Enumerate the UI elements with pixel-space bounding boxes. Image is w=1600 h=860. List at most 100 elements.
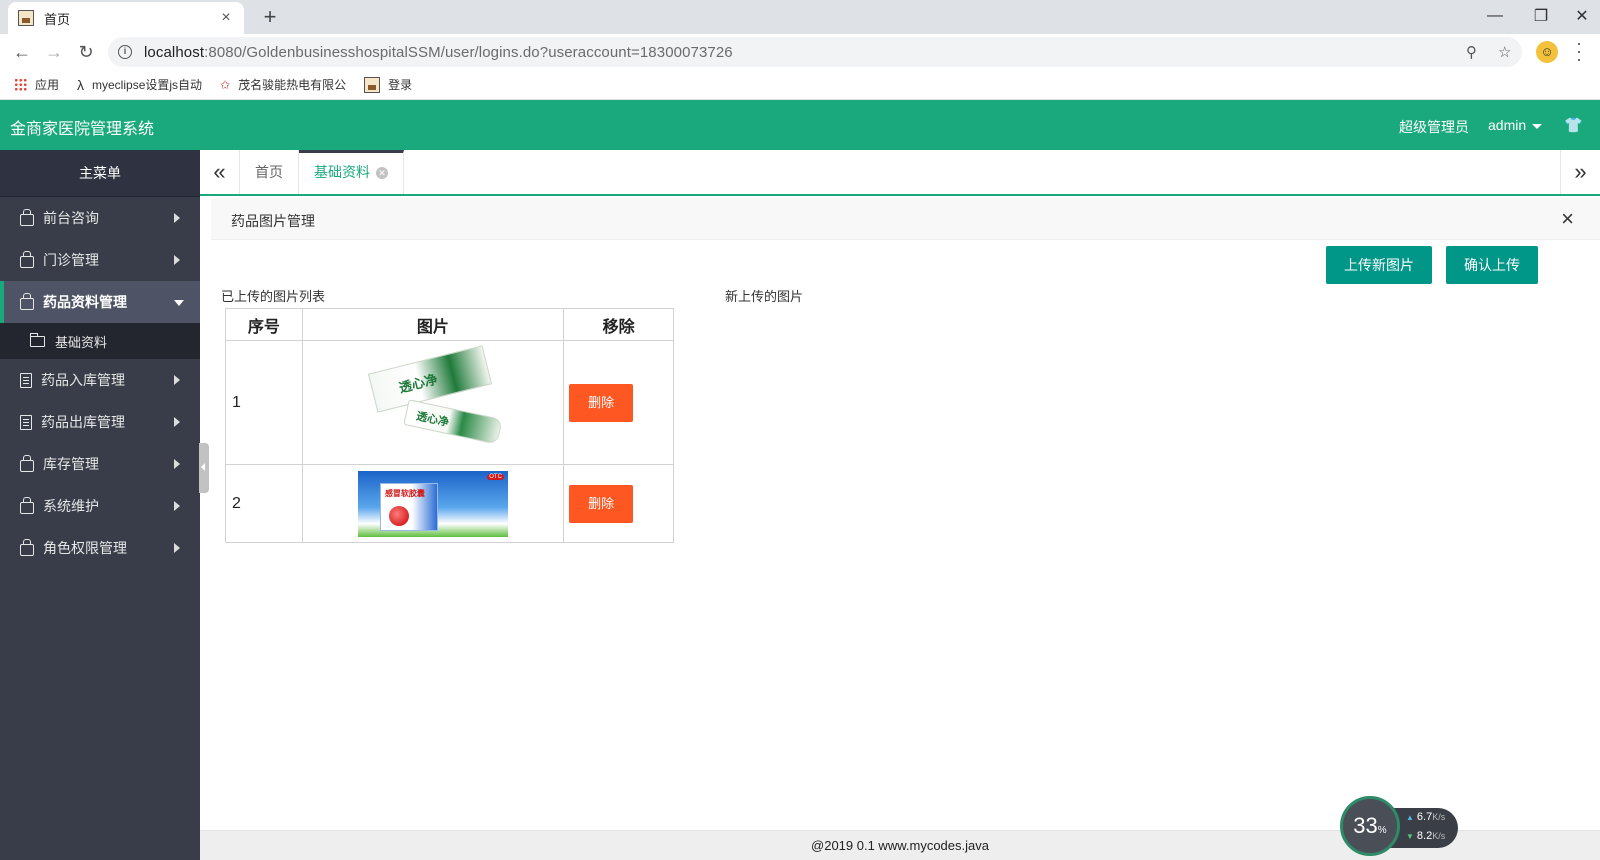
upload-new-image-button[interactable]: 上传新图片	[1326, 246, 1432, 284]
table-row: 2 OTC 感冒软胶囊 删除	[225, 464, 674, 543]
sidebar-item-system[interactable]: 系统维护	[0, 485, 200, 527]
sidebar-item-drug-outbound[interactable]: 药品出库管理	[0, 401, 200, 443]
panel-title: 药品图片管理	[231, 213, 315, 229]
tab-home[interactable]: 首页	[240, 150, 299, 194]
chevron-right-icon	[174, 417, 180, 427]
bookmarks-bar: 应用 λ myeclipse设置js自动 ✩ 茂名骏能热电有限公 登录	[0, 70, 1600, 100]
user-role[interactable]: 超级管理员	[1399, 117, 1469, 137]
sidebar-item-front-desk[interactable]: 前台咨询	[0, 197, 200, 239]
chevron-right-icon	[174, 255, 180, 265]
row-index: 1	[225, 340, 303, 465]
bag-icon	[20, 292, 34, 310]
folder-icon	[29, 332, 45, 347]
upload-speed: ▲ 6.7K/s	[1406, 811, 1446, 823]
chevron-down-icon	[174, 300, 184, 306]
back-arrow-icon[interactable]: ←	[10, 40, 34, 64]
page-tabstrip: « 首页 基础资料 ✕ »	[200, 150, 1600, 196]
sidebar: 主菜单 前台咨询 门诊管理 药品资料管理 基础资料 药品入库管理 药品出库管理 …	[0, 150, 200, 860]
sidebar-subitem-basic-info[interactable]: 基础资料	[0, 323, 200, 359]
bag-icon	[20, 454, 34, 472]
header-index: 序号	[225, 308, 303, 341]
new-tab-button[interactable]: +	[258, 4, 282, 30]
maoming-logo-icon: ✩	[220, 77, 231, 92]
window-close-icon[interactable]: ✕	[1564, 2, 1600, 30]
header-remove: 移除	[563, 308, 674, 341]
page-favicon-icon	[18, 10, 34, 26]
profile-avatar-icon[interactable]: ☺	[1536, 41, 1558, 63]
url-text: localhost:8080/GoldenbusinesshospitalSSM…	[144, 43, 733, 61]
sidebar-title: 主菜单	[0, 150, 200, 197]
row-image: OTC 感冒软胶囊	[301, 464, 565, 543]
bookmark-star-icon[interactable]: ☆	[1498, 43, 1511, 61]
tab-basic-info[interactable]: 基础资料 ✕	[299, 150, 404, 194]
bookmark-maoming[interactable]: ✩ 茂名骏能热电有限公	[220, 76, 346, 93]
chevron-right-icon	[174, 459, 180, 469]
login-favicon-icon	[364, 76, 381, 93]
url-field[interactable]: i localhost:8080/GoldenbusinesshospitalS…	[108, 37, 1522, 67]
sidebar-item-roles[interactable]: 角色权限管理	[0, 527, 200, 569]
document-icon	[20, 372, 32, 388]
myeclipse-icon: λ	[77, 76, 85, 93]
browser-tab[interactable]: 首页 ×	[8, 2, 244, 34]
bookmark-apps[interactable]: 应用	[14, 76, 59, 93]
chevron-right-icon	[174, 375, 180, 385]
chevron-right-icon	[174, 501, 180, 511]
row-index: 2	[225, 464, 303, 543]
restore-icon[interactable]: ❐	[1518, 2, 1564, 30]
confirm-upload-button[interactable]: 确认上传	[1446, 246, 1538, 284]
browser-tab-title: 首页	[44, 11, 71, 27]
upload-arrow-icon: ▲	[1406, 813, 1414, 822]
browser-tab-close-icon[interactable]: ×	[218, 9, 234, 27]
panel-header: 药品图片管理 ×	[211, 198, 1600, 240]
uploaded-images-table: 序号 图片 移除 1 透心净 透心净 删除 2 OTC 感冒软胶囊 删除	[225, 308, 674, 543]
app-title: 金商家医院管理系统	[10, 121, 155, 138]
address-bar: ← → ↻ i localhost:8080/Goldenbusinesshos…	[0, 34, 1600, 70]
chevron-right-icon	[174, 213, 180, 223]
caret-down-icon	[1532, 123, 1543, 129]
table-row: 1 透心净 透心净 删除	[225, 340, 674, 465]
bag-icon	[20, 496, 34, 514]
delete-button[interactable]: 删除	[569, 484, 634, 523]
browser-tabbar: 首页 × + — ❐ ✕	[0, 0, 1600, 34]
panel-close-icon[interactable]: ×	[1561, 206, 1574, 232]
tabs-scroll-right-icon[interactable]: »	[1560, 150, 1600, 194]
sidebar-item-drug-info[interactable]: 药品资料管理	[0, 281, 200, 323]
site-info-icon[interactable]: i	[118, 45, 132, 59]
sidebar-item-inventory[interactable]: 库存管理	[0, 443, 200, 485]
chevron-right-icon	[174, 543, 180, 553]
sidebar-item-outpatient[interactable]: 门诊管理	[0, 239, 200, 281]
tab-close-icon[interactable]: ✕	[376, 167, 388, 180]
forward-arrow-icon[interactable]: →	[42, 40, 66, 64]
new-uploads-label: 新上传的图片	[725, 289, 804, 304]
user-menu[interactable]: admin	[1488, 117, 1543, 133]
row-action: 删除	[563, 340, 674, 465]
delete-button[interactable]: 删除	[569, 383, 634, 422]
usage-percent: 33%	[1340, 796, 1400, 856]
document-icon	[20, 414, 32, 430]
browser-menu-icon[interactable]: · · ·	[1574, 34, 1584, 68]
sidebar-item-drug-inbound[interactable]: 药品入库管理	[0, 359, 200, 401]
bag-icon	[20, 538, 34, 556]
table-header-row: 序号 图片 移除	[225, 308, 674, 341]
apps-grid-icon	[14, 78, 27, 91]
product-image-ointment: 透心净 透心净	[363, 345, 503, 455]
tabs-scroll-left-icon[interactable]: «	[200, 150, 240, 194]
minimize-icon[interactable]: —	[1472, 2, 1518, 30]
product-image-capsule: OTC 感冒软胶囊	[357, 470, 508, 537]
bag-icon	[20, 250, 34, 268]
uploaded-list-label: 已上传的图片列表	[221, 289, 326, 304]
app-header: 金商家医院管理系统 超级管理员 admin 👕	[0, 100, 1600, 150]
bookmark-login[interactable]: 登录	[364, 76, 412, 93]
bag-icon	[20, 208, 34, 226]
header-image: 图片	[301, 308, 565, 341]
key-icon[interactable]: ⚲	[1466, 43, 1477, 61]
bookmark-myeclipse[interactable]: λ myeclipse设置js自动	[77, 76, 202, 93]
download-arrow-icon: ▼	[1406, 832, 1414, 841]
network-speed-widget[interactable]: 33% ▲ 6.7K/s ▼ 8.2K/s	[1340, 796, 1460, 856]
sidebar-collapse-handle[interactable]	[199, 443, 209, 493]
reload-icon[interactable]: ↻	[74, 40, 98, 64]
theme-shirt-icon[interactable]: 👕	[1564, 116, 1583, 134]
row-action: 删除	[563, 464, 674, 543]
row-image: 透心净 透心净	[301, 340, 565, 465]
download-speed: ▼ 8.2K/s	[1406, 830, 1446, 842]
